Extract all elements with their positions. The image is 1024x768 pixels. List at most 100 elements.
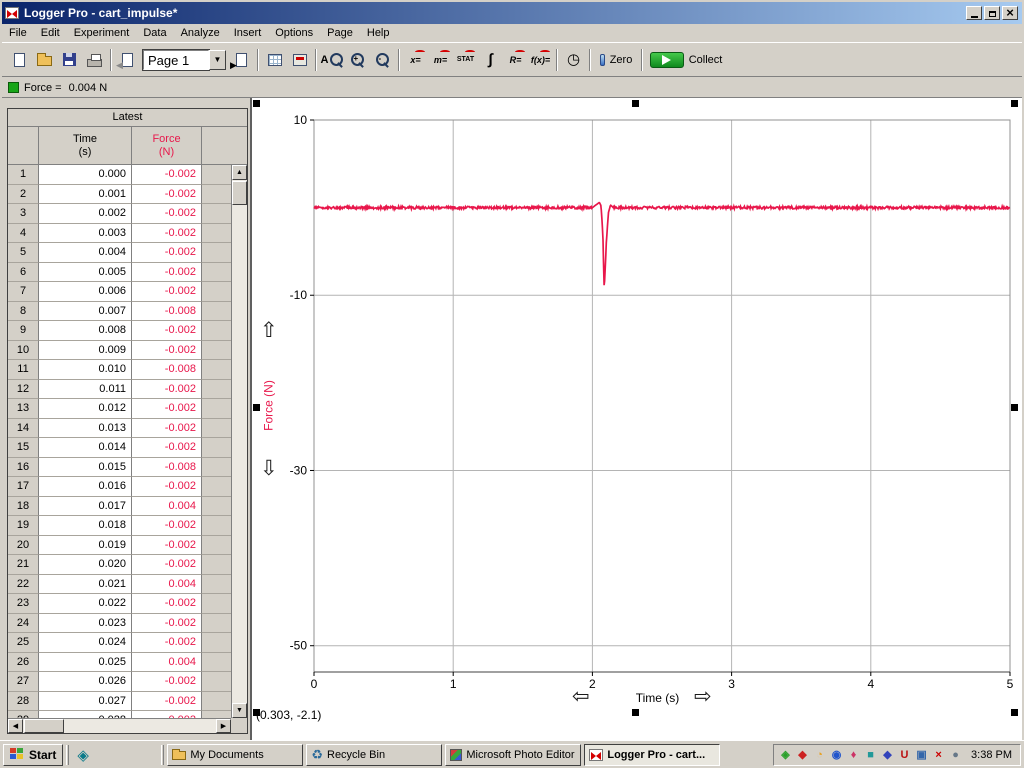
zoom-in-button[interactable]: + — [345, 47, 370, 73]
zero-button[interactable]: Zero — [594, 47, 638, 73]
force-cell[interactable]: -0.008 — [132, 458, 202, 478]
scroll-down-button[interactable]: ▼ — [232, 703, 247, 718]
selection-handle[interactable] — [253, 709, 260, 716]
collect-button[interactable]: Collect — [646, 47, 726, 73]
table-vertical-scrollbar[interactable]: ▲ ▼ — [231, 165, 247, 718]
force-cell[interactable]: -0.002 — [132, 692, 202, 712]
force-cell[interactable]: -0.002 — [132, 341, 202, 361]
time-cell[interactable]: 0.019 — [39, 536, 132, 556]
force-cell[interactable]: -0.002 — [132, 614, 202, 634]
graph-svg[interactable]: 01234510-10-30-50 — [252, 98, 1022, 740]
force-cell[interactable]: -0.002 — [132, 399, 202, 419]
quick-launch-icon[interactable]: ◈ — [77, 746, 89, 764]
vertical-scroll-thumb[interactable] — [232, 181, 247, 205]
force-cell[interactable]: -0.002 — [132, 594, 202, 614]
force-cell[interactable]: -0.002 — [132, 477, 202, 497]
time-cell[interactable]: 0.028 — [39, 711, 132, 718]
tray-icon[interactable]: ◈ — [778, 747, 793, 763]
force-column-header[interactable]: Force (N) — [132, 127, 202, 164]
task-button-recycle-bin[interactable]: ♻Recycle Bin — [306, 744, 442, 766]
time-cell[interactable]: 0.026 — [39, 672, 132, 692]
x-axis-scroll-left-arrow[interactable]: ⇦ — [572, 686, 590, 707]
print-button[interactable] — [82, 47, 107, 73]
meter-button[interactable] — [287, 47, 312, 73]
time-cell[interactable]: 0.001 — [39, 185, 132, 205]
x-axis-scroll-right-arrow[interactable]: ⇨ — [694, 686, 712, 707]
page-selector-dropdown-button[interactable]: ▼ — [209, 50, 226, 70]
menu-file[interactable]: File — [2, 25, 34, 41]
tray-icon[interactable]: × — [931, 747, 946, 763]
force-cell[interactable]: -0.002 — [132, 516, 202, 536]
time-cell[interactable]: 0.016 — [39, 477, 132, 497]
scroll-up-button[interactable]: ▲ — [232, 165, 247, 180]
force-cell[interactable]: -0.002 — [132, 536, 202, 556]
force-cell[interactable]: -0.002 — [132, 204, 202, 224]
data-collection-button[interactable]: ◷ — [561, 47, 586, 73]
linear-fit-button[interactable]: R= — [503, 47, 528, 73]
tangent-button[interactable]: m= — [428, 47, 453, 73]
force-cell[interactable]: -0.002 — [132, 263, 202, 283]
y-axis-scroll-up-arrow[interactable]: ⇧ — [260, 320, 278, 341]
previous-page-button[interactable]: ◀ — [115, 47, 140, 73]
zoom-out-button[interactable]: - — [370, 47, 395, 73]
autoscale-button[interactable]: A — [320, 47, 345, 73]
tray-icon[interactable]: U — [897, 747, 912, 763]
selection-handle[interactable] — [1011, 404, 1018, 411]
selection-handle[interactable] — [632, 100, 639, 107]
data-table-button[interactable] — [262, 47, 287, 73]
time-cell[interactable]: 0.014 — [39, 438, 132, 458]
title-bar[interactable]: Logger Pro - cart_impulse* × — [2, 2, 1022, 24]
time-cell[interactable]: 0.007 — [39, 302, 132, 322]
time-cell[interactable]: 0.004 — [39, 243, 132, 263]
time-cell[interactable]: 0.011 — [39, 380, 132, 400]
force-cell[interactable]: -0.008 — [132, 302, 202, 322]
time-column-header[interactable]: Time (s) — [39, 127, 132, 164]
tray-icon[interactable]: ● — [948, 747, 963, 763]
force-cell[interactable]: -0.002 — [132, 165, 202, 185]
open-file-button[interactable] — [32, 47, 57, 73]
time-cell[interactable]: 0.020 — [39, 555, 132, 575]
time-cell[interactable]: 0.005 — [39, 263, 132, 283]
force-cell[interactable]: 0.004 — [132, 653, 202, 673]
tray-icon[interactable]: ◉ — [829, 747, 844, 763]
time-cell[interactable]: 0.010 — [39, 360, 132, 380]
table-horizontal-scrollbar[interactable]: ◀ ▶ — [8, 718, 231, 733]
force-cell[interactable]: -0.002 — [132, 321, 202, 341]
minimize-button[interactable] — [966, 6, 982, 20]
menu-page[interactable]: Page — [320, 25, 360, 41]
menu-help[interactable]: Help — [360, 25, 397, 41]
time-cell[interactable]: 0.012 — [39, 399, 132, 419]
horizontal-scroll-thumb[interactable] — [24, 719, 64, 733]
time-cell[interactable]: 0.017 — [39, 497, 132, 517]
force-cell[interactable]: 0.004 — [132, 575, 202, 595]
statistics-button[interactable]: STAT — [453, 47, 478, 73]
force-cell[interactable]: 0.004 — [132, 497, 202, 517]
integral-button[interactable]: ∫ — [478, 47, 503, 73]
force-cell[interactable]: -0.002 — [132, 711, 202, 718]
task-button-my-documents[interactable]: My Documents — [167, 744, 303, 766]
time-cell[interactable]: 0.021 — [39, 575, 132, 595]
menu-insert[interactable]: Insert — [227, 25, 269, 41]
close-button[interactable]: × — [1002, 6, 1018, 20]
time-cell[interactable]: 0.025 — [39, 653, 132, 673]
force-cell[interactable]: -0.002 — [132, 282, 202, 302]
page-selector-value[interactable]: Page 1 — [143, 50, 209, 70]
curve-fit-button[interactable]: f(x)= — [528, 47, 553, 73]
time-cell[interactable]: 0.024 — [39, 633, 132, 653]
time-cell[interactable]: 0.013 — [39, 419, 132, 439]
selection-handle[interactable] — [253, 100, 260, 107]
time-cell[interactable]: 0.000 — [39, 165, 132, 185]
tray-icon[interactable]: ◔ — [812, 747, 827, 763]
start-button[interactable]: Start — [3, 744, 63, 766]
new-file-button[interactable] — [7, 47, 32, 73]
force-cell[interactable]: -0.002 — [132, 243, 202, 263]
force-cell[interactable]: -0.002 — [132, 555, 202, 575]
tray-icon[interactable]: ■ — [863, 747, 878, 763]
time-cell[interactable]: 0.015 — [39, 458, 132, 478]
force-cell[interactable]: -0.008 — [132, 360, 202, 380]
y-axis-scroll-down-arrow[interactable]: ⇩ — [260, 458, 278, 479]
examine-button[interactable]: x= — [403, 47, 428, 73]
time-cell[interactable]: 0.027 — [39, 692, 132, 712]
time-cell[interactable]: 0.023 — [39, 614, 132, 634]
time-cell[interactable]: 0.008 — [39, 321, 132, 341]
